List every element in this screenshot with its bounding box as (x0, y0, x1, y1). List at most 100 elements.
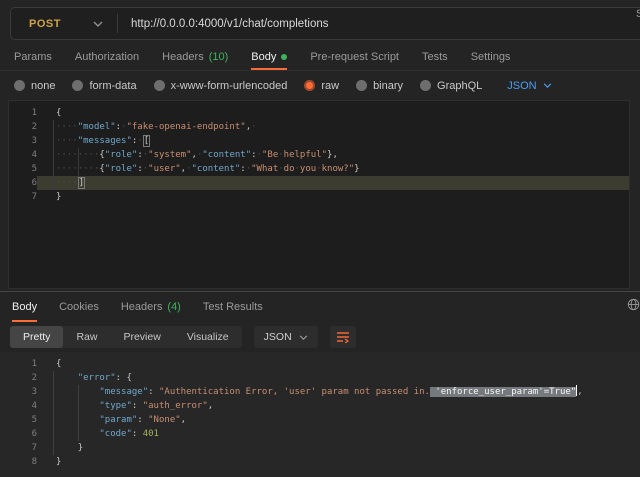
chevron-down-icon[interactable] (93, 21, 103, 27)
radio-circle-icon (72, 80, 83, 91)
clipped-status-text: S (636, 8, 640, 20)
json-key: "code" (99, 429, 132, 439)
response-language-label: JSON (264, 331, 292, 343)
whitespace: · (137, 136, 142, 146)
code-line[interactable]: 7} (9, 190, 629, 204)
code-content: ········{"role":·"user",·"content":·"Wha… (37, 162, 629, 176)
code-content: } (37, 441, 640, 455)
code-line[interactable]: 2····"model":·"fake-openai-endpoint",· (9, 120, 629, 134)
code-line[interactable]: 1{ (0, 357, 640, 371)
code-line[interactable]: 8} (0, 455, 640, 469)
code-line[interactable]: 3 "message": "Authentication Error, 'use… (0, 385, 640, 399)
code-line[interactable]: 6····] (9, 176, 629, 190)
code-line[interactable]: 5 "param": "None", (0, 413, 640, 427)
view-preview[interactable]: Preview (110, 326, 173, 348)
globe-icon[interactable] (627, 298, 640, 316)
line-number: 6 (0, 427, 37, 441)
tab-label: Headers (162, 51, 204, 63)
line-number: 1 (0, 357, 37, 371)
tab-label: Cookies (59, 301, 99, 313)
url-input[interactable]: http://0.0.0.0:4000/v1/chat/completions (131, 18, 329, 30)
url-container: POST http://0.0.0.0:4000/v1/chat/complet… (10, 7, 640, 40)
code-content: ····"model":·"fake-openai-endpoint",· (37, 120, 629, 134)
radio-circle-icon (356, 80, 367, 91)
body-type-none[interactable]: none (14, 80, 55, 92)
json-key: "role" (105, 150, 138, 160)
method-selector[interactable]: POST (11, 18, 61, 30)
body-type-graphql[interactable]: GraphQL (420, 80, 482, 92)
whitespace-dot: · (316, 164, 321, 174)
view-visualize[interactable]: Visualize (174, 326, 242, 348)
view-raw[interactable]: Raw (63, 326, 110, 348)
response-language-dropdown[interactable]: JSON (254, 326, 318, 348)
code-line[interactable]: 4 "type": "auth_error", (0, 399, 640, 413)
line-number: 3 (9, 134, 37, 148)
whitespace (56, 373, 78, 383)
radio-label: binary (373, 80, 403, 92)
json-string: "system" (148, 150, 191, 160)
request-url-bar: POST http://0.0.0.0:4000/v1/chat/complet… (0, 0, 640, 44)
radio-circle-icon (304, 80, 315, 91)
line-number: 2 (0, 371, 37, 385)
body-type-raw[interactable]: raw (304, 80, 339, 92)
json-key: "type" (99, 401, 132, 411)
tab-label: Params (14, 51, 52, 63)
json-key: "role" (105, 164, 138, 174)
whitespace-dot: · (278, 164, 283, 174)
chevron-down-icon (543, 83, 552, 88)
tab-label: Tests (422, 51, 448, 63)
indent-guide (78, 148, 79, 176)
code-line[interactable]: 2 "error": { (0, 371, 640, 385)
response-editor[interactable]: 1{2 "error": {3 "message": "Authenticati… (0, 352, 640, 477)
tab-headers[interactable]: Headers(10) (162, 44, 228, 70)
tab-label: Authorization (75, 51, 139, 63)
radio-circle-icon (14, 80, 25, 91)
tab-label: Body (251, 51, 276, 63)
line-number: 4 (0, 399, 37, 413)
radio-label: form-data (89, 80, 136, 92)
tab-label: Pre-request Script (310, 51, 399, 63)
radio-group: none form-data x-www-form-urlencoded raw bin… (14, 80, 482, 92)
view-pretty[interactable]: Pretty (10, 326, 63, 348)
code-line[interactable]: 7 } (0, 441, 640, 455)
tab-authorization[interactable]: Authorization (75, 44, 139, 70)
json-string: "Be·helpful" (262, 150, 327, 160)
code-line[interactable]: 5········{"role":·"user",·"content":·"Wh… (9, 162, 629, 176)
body-type-x-www-form-urlencoded[interactable]: x-www-form-urlencoded (154, 80, 288, 92)
json-string: "user" (148, 164, 181, 174)
indent-guide (53, 120, 54, 190)
tab-tests[interactable]: Tests (422, 44, 448, 70)
tab-test-results[interactable]: Test Results (203, 292, 263, 322)
code-line[interactable]: 1{ (9, 106, 629, 120)
tab-body[interactable]: Body (12, 292, 37, 322)
code-line[interactable]: 3····"messages":·[ (9, 134, 629, 148)
json-string: "None" (148, 415, 181, 425)
json-key: "content" (202, 150, 251, 160)
request-editor[interactable]: 1{2····"model":·"fake-openai-endpoint",·… (8, 100, 630, 289)
tab-cookies[interactable]: Cookies (59, 292, 99, 322)
code-content: { (37, 357, 640, 371)
code-line[interactable]: 6 "code": 401 (0, 427, 640, 441)
code-line[interactable]: 4········{"role":·"system",·"content":·"… (9, 148, 629, 162)
code-content: } (37, 190, 629, 204)
body-type-binary[interactable]: binary (356, 80, 403, 92)
whitespace-dot: · (251, 122, 256, 132)
tab-pre-request-script[interactable]: Pre-request Script (310, 44, 399, 70)
whitespace-dot: · (137, 136, 142, 146)
request-tabs: Params Authorization Headers(10) Body Pre-re… (0, 44, 640, 71)
line-number: 4 (9, 148, 37, 162)
line-number: 8 (0, 455, 37, 469)
tab-headers[interactable]: Headers(4) (121, 292, 181, 322)
json-string: "What·do·you·know?" (251, 164, 354, 174)
wrap-text-button[interactable] (330, 326, 356, 348)
tab-body[interactable]: Body (251, 44, 287, 70)
language-dropdown[interactable]: JSON (507, 80, 551, 92)
tab-params[interactable]: Params (14, 44, 52, 70)
whitespace: · (251, 122, 256, 132)
radio-label: x-www-form-urlencoded (171, 80, 288, 92)
body-type-form-data[interactable]: form-data (72, 80, 136, 92)
tab-settings[interactable]: Settings (471, 44, 511, 70)
indent-guide (53, 371, 54, 455)
unsaved-changes-dot (281, 54, 287, 60)
radio-label: raw (321, 80, 339, 92)
